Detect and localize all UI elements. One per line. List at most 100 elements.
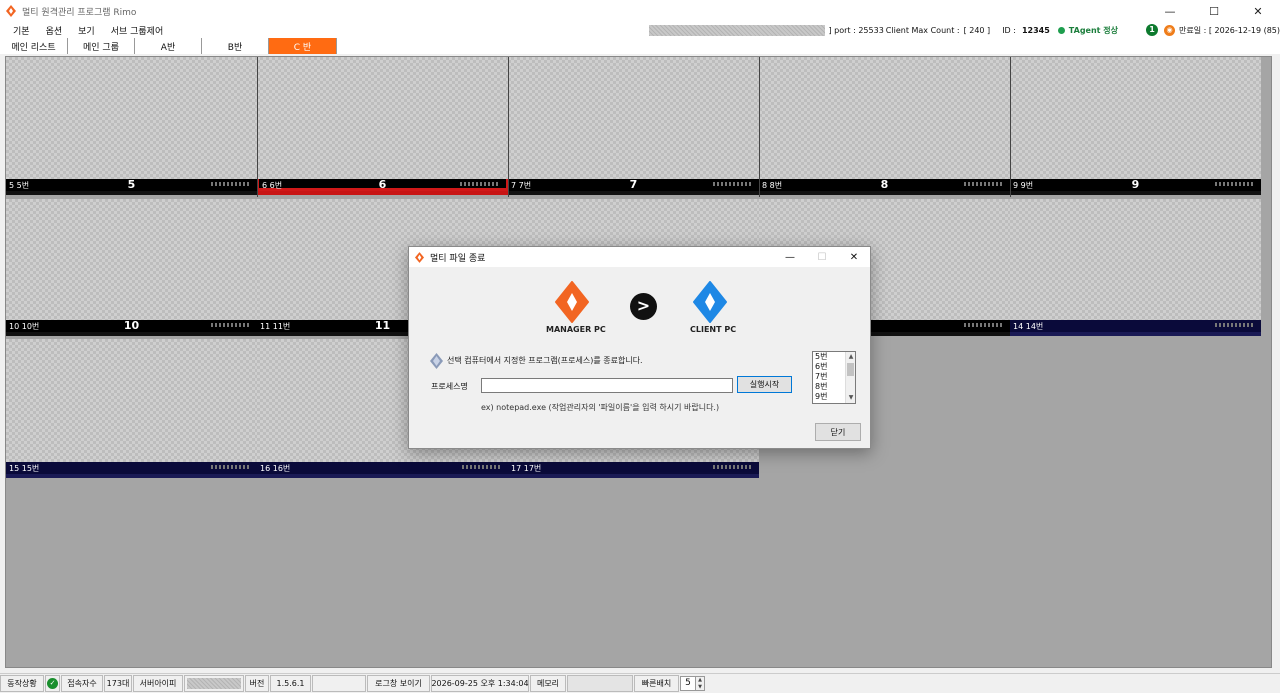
menu-options[interactable]: 옵션 <box>38 24 71 37</box>
id-label: ID : <box>1002 25 1016 35</box>
tab-class-a[interactable]: A반 <box>135 38 202 54</box>
client-tray-icons <box>1215 323 1255 327</box>
menu-subgroup-control[interactable]: 서브 그룹제어 <box>103 24 172 37</box>
client-screen[interactable] <box>759 57 1010 179</box>
client-tile[interactable]: 14 14번 <box>1010 199 1261 338</box>
show-log-button[interactable]: 로그창 보이기 <box>367 675 430 692</box>
client-tray-icons <box>460 182 500 186</box>
client-status-bar: 8 8번 8 <box>759 179 1010 191</box>
client-status-bar: 5 5번 5 <box>6 179 257 191</box>
client-label: 16 16번 <box>260 464 291 473</box>
client-status-bar: 10 10번 10 <box>6 320 257 332</box>
fast-deploy-label: 빠른배치 <box>634 675 679 692</box>
tab-main-group[interactable]: 메인 그룹 <box>68 38 135 54</box>
dialog-minimize-button[interactable]: — <box>774 247 806 267</box>
client-taskbar <box>257 474 508 478</box>
info-bar: ] port : 25533 Client Max Count : [ 240 … <box>648 22 1280 38</box>
client-tile[interactable]: 6 6번 6 <box>257 57 508 197</box>
conn-label: 접속자수 <box>61 675 103 692</box>
client-tray-icons <box>713 182 753 186</box>
client-screen[interactable] <box>6 57 257 179</box>
close-button[interactable]: ✕ <box>1236 0 1280 22</box>
dialog-close-button[interactable]: 닫기 <box>815 423 861 441</box>
fast-deploy-stepper[interactable]: 5 ▲ ▼ <box>680 676 705 691</box>
client-taskbar <box>508 191 759 195</box>
grid-divider <box>1010 57 1011 197</box>
maximize-button[interactable]: ☐ <box>1192 0 1236 22</box>
title-bar: 멀티 원격관리 프로그램 Rimo — ☐ ✕ <box>0 0 1280 22</box>
process-example-text: ex) notepad.exe (작업관리자의 '파일이름'을 입력 하시기 바… <box>481 403 720 412</box>
client-screen[interactable] <box>257 57 508 179</box>
client-tray-icons <box>713 465 753 469</box>
client-tray-icons <box>1215 182 1255 186</box>
client-listbox[interactable]: 5번 6번 7번 8번 9번 ▲ ▼ <box>812 351 856 404</box>
agent-status-icon <box>1057 26 1065 34</box>
client-taskbar <box>759 191 1010 195</box>
dialog-description: 선택 컴퓨터에서 지정한 프로그램(프로세스)를 종료합니다. <box>447 356 643 365</box>
state-ok-icon: ✓ <box>45 675 60 692</box>
client-tile[interactable]: 10 10번 10 <box>6 199 257 338</box>
client-label: 17 17번 <box>511 464 542 473</box>
menu-basic[interactable]: 기본 <box>5 24 38 37</box>
fast-deploy-value[interactable]: 5 <box>680 676 696 691</box>
scroll-thumb[interactable] <box>847 363 854 376</box>
client-tray-icons <box>462 465 502 469</box>
client-pc-icon <box>693 281 727 323</box>
dialog-title: 멀티 파일 종료 <box>430 253 486 264</box>
dialog-logo-icon <box>415 251 424 263</box>
version-value: 1.5.6.1 <box>270 675 311 692</box>
client-screen[interactable] <box>1010 57 1261 179</box>
client-status-bar: 17 17번 <box>508 462 759 474</box>
client-tray-icons <box>964 182 1004 186</box>
client-taskbar <box>1010 191 1261 195</box>
tab-main-list[interactable]: 메인 리스트 <box>0 38 68 54</box>
scroll-up-icon[interactable]: ▲ <box>846 352 855 362</box>
run-start-button[interactable]: 실행시작 <box>737 376 792 393</box>
server-ip-label: 서버아이피 <box>133 675 183 692</box>
client-label: 14 14번 <box>1013 322 1044 331</box>
client-tile[interactable]: 5 5번 5 <box>6 57 257 197</box>
status-spacer <box>312 675 366 692</box>
window-title: 멀티 원격관리 프로그램 Rimo <box>22 7 137 18</box>
client-screen[interactable] <box>508 57 759 179</box>
app-logo-icon <box>6 5 16 17</box>
minimize-button[interactable]: — <box>1148 0 1192 22</box>
client-screen[interactable] <box>6 339 257 462</box>
memory-value <box>567 675 633 692</box>
client-max-label: Client Max Count : <box>885 25 960 35</box>
info-diamond-icon <box>430 353 443 369</box>
expiry-text: 만료일 : [ 2026-12-19 (85) <box>1179 25 1280 35</box>
client-tile[interactable]: 15 15번 <box>6 339 257 480</box>
state-label: 동작상황 <box>0 675 44 692</box>
client-status-bar: 7 7번 7 <box>508 179 759 191</box>
client-tray-icons <box>964 323 1004 327</box>
app-window: 멀티 원격관리 프로그램 Rimo — ☐ ✕ 기본 옵션 보기 서브 그룹제어… <box>0 0 1280 693</box>
status-bar: 동작상황 ✓ 접속자수 173대 서버아이피 버전 1.5.6.1 로그창 보이… <box>0 673 1280 693</box>
client-tile[interactable]: 8 8번 8 <box>759 57 1010 197</box>
dialog-close-x-button[interactable]: ✕ <box>838 247 870 267</box>
server-ip-value <box>184 675 244 692</box>
conn-value: 173대 <box>104 675 132 692</box>
client-screen[interactable] <box>6 199 257 320</box>
client-taskbar <box>6 191 257 195</box>
notification-badge[interactable]: 1 <box>1146 24 1159 36</box>
port-text: ] port : 25533 <box>828 25 884 35</box>
manager-pc-caption: MANAGER PC <box>546 325 606 334</box>
rss-icon[interactable]: ◉ <box>1164 24 1176 36</box>
client-status-bar: 9 9번 9 <box>1010 179 1261 191</box>
masked-ip <box>648 24 825 36</box>
client-screen[interactable] <box>1010 199 1261 320</box>
scroll-down-icon[interactable]: ▼ <box>846 393 855 403</box>
menu-view[interactable]: 보기 <box>70 24 103 37</box>
client-tray-icons <box>211 465 251 469</box>
tab-class-c[interactable]: C 반 <box>269 38 337 54</box>
listbox-scrollbar[interactable]: ▲ ▼ <box>845 352 855 403</box>
grid-divider <box>257 57 258 197</box>
process-name-input[interactable] <box>481 378 733 393</box>
client-tile[interactable]: 7 7번 7 <box>508 57 759 197</box>
stepper-arrows-icon[interactable]: ▲ ▼ <box>696 676 705 691</box>
tab-class-b[interactable]: B반 <box>202 38 269 54</box>
process-name-label: 프로세스명 <box>431 382 468 391</box>
client-tile[interactable]: 9 9번 9 <box>1010 57 1261 197</box>
dialog-maximize-button: ☐ <box>817 251 827 263</box>
